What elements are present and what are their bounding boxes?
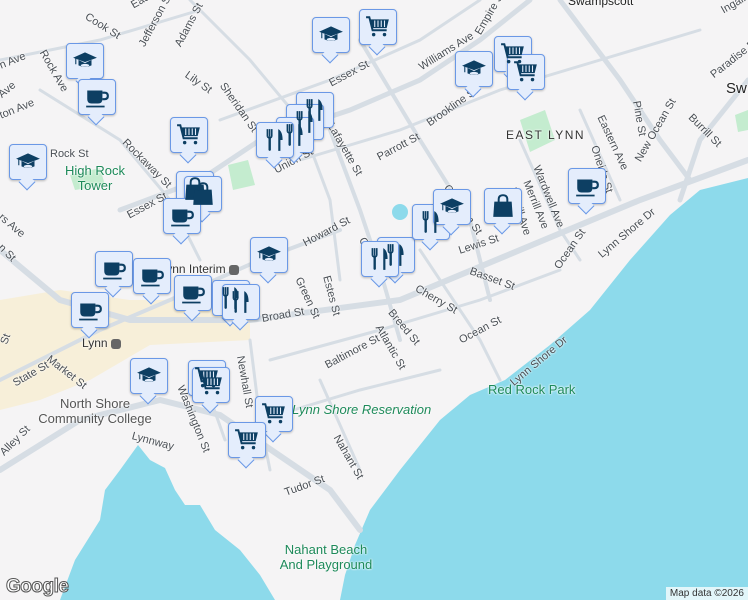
coffee-icon: [574, 173, 600, 199]
train-icon: [110, 338, 121, 349]
restaurant-icon: [262, 127, 288, 153]
marker-shopping-bag[interactable]: [484, 188, 522, 224]
coffee-icon: [180, 280, 206, 306]
school-icon: [439, 194, 465, 220]
coffee-icon: [101, 256, 127, 282]
shopping-bag-icon: [490, 193, 516, 219]
marker-school[interactable]: [433, 189, 471, 225]
map-attribution[interactable]: Map data ©2026: [665, 587, 748, 600]
coffee-icon: [77, 297, 103, 323]
shopping-cart-icon: [261, 401, 287, 427]
coffee-icon: [84, 84, 110, 110]
park-burrill: [735, 110, 748, 132]
poi-college[interactable]: North Shore Community College: [30, 396, 160, 426]
marker-shopping-cart[interactable]: [507, 54, 545, 90]
place-swampscott-partial: Sw: [726, 80, 747, 97]
marker-shopping-cart[interactable]: [255, 396, 293, 432]
school-icon: [318, 22, 344, 48]
park-label-high-rock: High Rock Tower: [65, 163, 125, 193]
park-label-red-rock[interactable]: Red Rock Park: [488, 382, 575, 397]
marker-school[interactable]: [9, 144, 47, 180]
park-name: Lynn Shore Reservation: [292, 402, 432, 417]
shopping-cart-icon: [513, 59, 539, 85]
marker-school[interactable]: [66, 43, 104, 79]
school-icon: [72, 48, 98, 74]
marker-school[interactable]: [312, 17, 350, 53]
station-name: Lynn: [82, 336, 108, 350]
shopping-cart-icon: [176, 122, 202, 148]
park-label-lynn-shore[interactable]: Lynn Shore Reservation: [276, 402, 432, 417]
restaurant-icon: [228, 289, 254, 315]
marker-coffee[interactable]: [95, 251, 133, 287]
marker-coffee[interactable]: [568, 168, 606, 204]
marker-school[interactable]: [250, 237, 288, 273]
school-icon: [136, 363, 162, 389]
google-logo: Google: [5, 576, 69, 598]
school-icon: [15, 149, 41, 175]
shopping-cart-icon: [234, 427, 260, 453]
street-label: Rock St: [50, 148, 89, 160]
coffee-icon: [169, 203, 195, 229]
shopping-cart-icon: [365, 14, 391, 40]
marker-school[interactable]: [455, 51, 493, 87]
pond: [392, 204, 408, 220]
water-bay: [60, 445, 275, 600]
marker-coffee[interactable]: [174, 275, 212, 311]
marker-coffee[interactable]: [133, 258, 171, 294]
coffee-icon: [139, 263, 165, 289]
poi-lynn-interim[interactable]: Lynn Interim: [160, 262, 239, 276]
marker-shopping-cart[interactable]: [192, 367, 230, 403]
shopping-cart-icon: [198, 372, 224, 398]
marker-coffee[interactable]: [78, 79, 116, 115]
restaurant-icon: [367, 246, 393, 272]
marker-restaurant[interactable]: [222, 284, 260, 320]
school-icon: [461, 56, 487, 82]
marker-shopping-cart[interactable]: [228, 422, 266, 458]
marker-shopping-cart[interactable]: [359, 9, 397, 45]
school-icon: [256, 242, 282, 268]
place-swampscott: Swampscott: [568, 0, 634, 8]
neighborhood-east-lynn: EAST LYNN: [506, 128, 586, 142]
park-union: [228, 160, 255, 190]
marker-coffee[interactable]: [71, 292, 109, 328]
train-icon: [228, 264, 239, 275]
park-label-nahant-beach[interactable]: Nahant Beach And Playground: [276, 542, 376, 572]
marker-school[interactable]: [130, 358, 168, 394]
marker-shopping-cart[interactable]: [170, 117, 208, 153]
